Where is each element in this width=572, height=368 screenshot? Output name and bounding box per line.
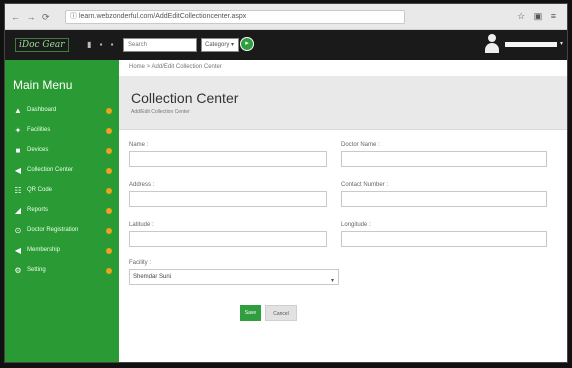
badge-dot: [106, 108, 112, 114]
badge-dot: [106, 268, 112, 274]
sidebar-item-collection-center[interactable]: ◀ Collection Center: [5, 162, 119, 181]
topbar-icons[interactable]: ▮ ▪ ▪: [87, 40, 117, 49]
facility-field-group: Facility : Shemdar Suni ▾: [129, 260, 339, 285]
sidebar-item-label: Setting: [27, 267, 46, 273]
sidebar: Main Menu ▲ Dashboard ✦ Facilities ■ Device…: [5, 60, 119, 362]
facility-selected-value: Shemdar Suni: [133, 274, 172, 280]
sidebar-item-label: Reports: [27, 207, 49, 213]
doctor-name-field-group: Doctor Name :: [341, 142, 547, 167]
badge-dot: [106, 188, 112, 194]
browser-toolbar: ← → ⟳ ⓘ learn.webzonderful.com/AddEditCo…: [5, 4, 567, 30]
browser-window: ← → ⟳ ⓘ learn.webzonderful.com/AddEditCo…: [4, 3, 568, 363]
sidebar-item-label: Doctor Registration: [27, 227, 79, 233]
doctor-name-label: Doctor Name :: [341, 142, 380, 148]
search-input[interactable]: Search: [123, 38, 197, 52]
browser-tool-icons[interactable]: ☆ ▣ ≡: [517, 11, 559, 22]
sidebar-item-label: Membership: [27, 247, 61, 253]
screenshot-frame: ← → ⟳ ⓘ learn.webzonderful.com/AddEditCo…: [0, 0, 572, 368]
category-select[interactable]: Category ▾: [201, 38, 239, 52]
longitude-label: Longitude :: [341, 222, 371, 228]
badge-dot: [106, 128, 112, 134]
avatar-head: [488, 34, 496, 42]
gear-icon: ⚙: [14, 266, 22, 275]
menu-title: Main Menu: [13, 78, 73, 92]
avatar-body: [485, 43, 499, 53]
sidebar-item-setting[interactable]: ⚙ Setting: [5, 262, 119, 281]
latitude-input[interactable]: [129, 231, 327, 247]
device-icon: ■: [15, 146, 21, 155]
address-field-group: Address :: [129, 182, 327, 207]
name-field-group: Name :: [129, 142, 327, 167]
home-icon: ▲: [14, 106, 22, 115]
sidebar-item-label: Collection Center: [27, 167, 74, 173]
sidebar-item-reports[interactable]: ◢ Reports: [5, 202, 119, 221]
sidebar-item-devices[interactable]: ■ Devices: [5, 142, 119, 161]
sidebar-item-membership[interactable]: ◀ Membership: [5, 242, 119, 261]
address-label: Address :: [129, 182, 155, 188]
contact-number-field-group: Contact Number :: [341, 182, 547, 207]
membership-icon: ◀: [14, 246, 22, 255]
sidebar-item-dashboard[interactable]: ▲ Dashboard: [5, 102, 119, 121]
users-icon: ✦: [14, 126, 22, 135]
sidebar-menu: ▲ Dashboard ✦ Facilities ■ Devices ◀ Collect…: [5, 102, 119, 282]
save-button[interactable]: Save: [240, 305, 261, 321]
sidebar-item-label: QR Code: [27, 187, 53, 193]
page-subtitle: Add/Edit Collection Center: [131, 109, 190, 115]
page-title: Collection Center: [131, 90, 239, 106]
sidebar-item-label: Devices: [27, 147, 49, 153]
badge-dot: [106, 228, 112, 234]
app-logo[interactable]: iDoc Gear: [15, 38, 69, 52]
browser-nav-buttons[interactable]: ← → ⟳: [11, 12, 52, 23]
longitude-field-group: Longitude :: [341, 222, 547, 247]
chevron-down-icon[interactable]: ▾: [560, 40, 563, 47]
badge-dot: [106, 168, 112, 174]
sidebar-item-qr-code[interactable]: ☷ QR Code: [5, 182, 119, 201]
sidebar-item-label: Dashboard: [27, 107, 57, 113]
contact-number-input[interactable]: [341, 191, 547, 207]
sidebar-item-facilities[interactable]: ✦ Facilities: [5, 122, 119, 141]
latitude-label: Latitude :: [129, 222, 154, 228]
doctor-icon: ⊙: [14, 226, 22, 235]
user-name-field[interactable]: [505, 42, 557, 47]
app-top-bar: iDoc Gear ▮ ▪ ▪ Search Category ▾ ▸ ▾: [5, 30, 567, 60]
chevron-down-icon: ▾: [330, 278, 334, 284]
chart-icon: ◢: [14, 206, 22, 215]
doctor-name-input[interactable]: [341, 151, 547, 167]
latitude-field-group: Latitude :: [129, 222, 327, 247]
cancel-button[interactable]: Cancel: [265, 305, 297, 321]
breadcrumb[interactable]: Home > Add/Edit Collection Center: [129, 64, 222, 70]
facility-label: Facility :: [129, 260, 152, 266]
facility-select[interactable]: Shemdar Suni ▾: [129, 269, 339, 285]
main-content: Home > Add/Edit Collection Center Collec…: [119, 60, 567, 362]
badge-dot: [106, 208, 112, 214]
address-input[interactable]: [129, 191, 327, 207]
page-header: Collection Center Add/Edit Collection Ce…: [119, 76, 567, 130]
sidebar-item-doctor-registration[interactable]: ⊙ Doctor Registration: [5, 222, 119, 241]
qr-code-icon: ☷: [14, 186, 22, 195]
name-input[interactable]: [129, 151, 327, 167]
search-go-button[interactable]: ▸: [240, 37, 254, 51]
address-bar[interactable]: ⓘ learn.webzonderful.com/AddEditCollecti…: [65, 10, 405, 24]
user-avatar-icon[interactable]: [485, 34, 499, 54]
badge-dot: [106, 148, 112, 154]
longitude-input[interactable]: [341, 231, 547, 247]
name-label: Name :: [129, 142, 149, 148]
send-icon: ◀: [14, 166, 22, 175]
badge-dot: [106, 248, 112, 254]
sidebar-item-label: Facilities: [27, 127, 51, 133]
contact-number-label: Contact Number :: [341, 182, 389, 188]
